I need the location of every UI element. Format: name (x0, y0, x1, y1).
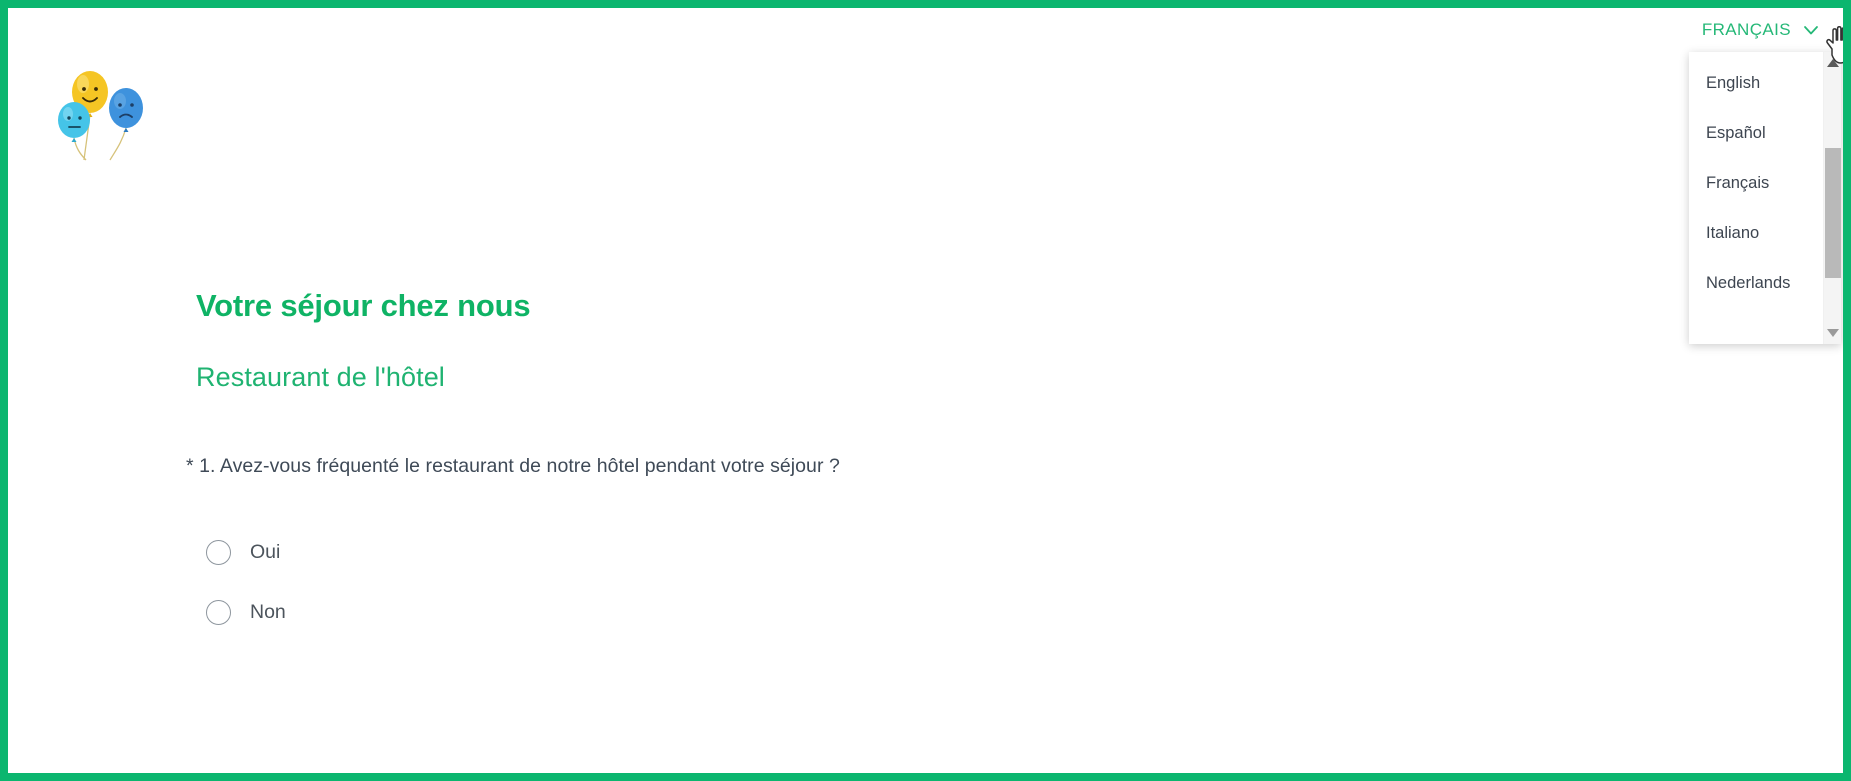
language-selector[interactable]: FRANÇAIS (1702, 20, 1821, 40)
radio-button-icon[interactable] (206, 539, 231, 565)
language-option-espanol[interactable]: Español (1689, 108, 1823, 158)
language-dropdown[interactable]: English Español Français Italiano Nederl… (1689, 52, 1841, 344)
scrollbar-thumb[interactable] (1825, 148, 1841, 278)
balloons-logo (52, 50, 144, 162)
chevron-down-icon[interactable] (1801, 20, 1821, 40)
radio-option-label: Oui (250, 540, 281, 563)
radio-option-label: Non (250, 600, 286, 623)
radio-option-oui[interactable]: Oui (206, 522, 1396, 582)
language-option-italiano[interactable]: Italiano (1689, 208, 1823, 258)
radio-option-non[interactable]: Non (206, 582, 1396, 642)
survey-body: Votre séjour chez nous Restaurant de l'h… (186, 288, 1396, 642)
language-option-nederlands[interactable]: Nederlands (1689, 258, 1823, 308)
page-title: Votre séjour chez nous (196, 288, 531, 323)
question-options: Oui Non (206, 522, 1396, 642)
dropdown-scrollbar[interactable] (1823, 52, 1841, 344)
language-option-francais[interactable]: Français (1689, 158, 1823, 208)
language-current-label: FRANÇAIS (1701, 20, 1791, 39)
question-text: * 1. Avez-vous fréquenté le restaurant d… (186, 455, 840, 477)
triangle-down-icon[interactable] (1824, 324, 1841, 342)
triangle-up-icon[interactable] (1824, 54, 1841, 72)
language-option-english[interactable]: English (1689, 58, 1823, 108)
radio-button-icon[interactable] (206, 599, 231, 625)
page-subtitle: Restaurant de l'hôtel (196, 362, 445, 392)
language-dropdown-list: English Español Français Italiano Nederl… (1689, 52, 1823, 344)
survey-page: FRANÇAIS English Español Français Italia… (0, 0, 1851, 781)
